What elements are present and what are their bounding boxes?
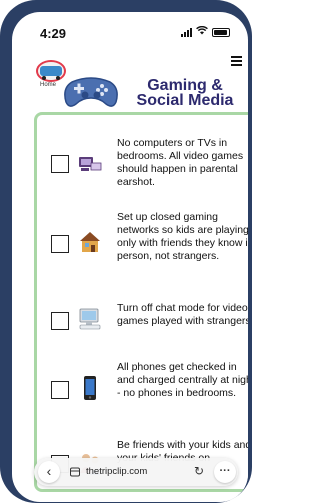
- signal-icon: [181, 27, 192, 37]
- screen: 4:29 Home Gaming & Social Media No compu…: [12, 12, 248, 502]
- desktop-computer-icon: [79, 308, 101, 330]
- checkbox[interactable]: [51, 312, 69, 330]
- page-settings-icon[interactable]: [70, 467, 80, 477]
- url-text[interactable]: thetripclip.com: [86, 466, 147, 477]
- smartphone-icon: [84, 376, 96, 400]
- wifi-icon: [196, 25, 208, 38]
- checklist: No computers or TVs in bedrooms. All vid…: [34, 112, 248, 492]
- list-item-text: All phones get checked in and charged ce…: [117, 361, 248, 399]
- more-options-button[interactable]: ···: [214, 461, 236, 483]
- back-button[interactable]: ‹: [38, 461, 60, 483]
- status-icons: [181, 25, 230, 38]
- checkbox[interactable]: [51, 381, 69, 399]
- menu-icon[interactable]: [231, 56, 242, 68]
- battery-icon: [212, 27, 230, 37]
- list-item-text: Turn off chat mode for video games playe…: [117, 302, 248, 327]
- reload-icon[interactable]: ↻: [194, 464, 204, 478]
- status-bar: 4:29: [12, 12, 248, 46]
- list-item-text: No computers or TVs in bedrooms. All vid…: [117, 137, 244, 188]
- checkbox[interactable]: [51, 235, 69, 253]
- page-title-line1: Gaming &: [147, 77, 223, 94]
- house-icon: [80, 232, 100, 252]
- home-label[interactable]: Home: [40, 82, 56, 88]
- page-title: Gaming & Social Media: [130, 77, 240, 109]
- list-item-text: Set up closed gaming networks so kids ar…: [117, 211, 248, 262]
- browser-toolbar: ‹ thetripclip.com ↻ ···: [34, 458, 238, 486]
- gamepad-icon: [64, 77, 118, 107]
- status-time: 4:29: [40, 26, 67, 41]
- checkbox[interactable]: [51, 155, 69, 173]
- phone-frame: 4:29 Home Gaming & Social Media No compu…: [0, 0, 252, 503]
- computer-tv-icon: [79, 157, 102, 171]
- page-title-line2: Social Media: [136, 92, 234, 109]
